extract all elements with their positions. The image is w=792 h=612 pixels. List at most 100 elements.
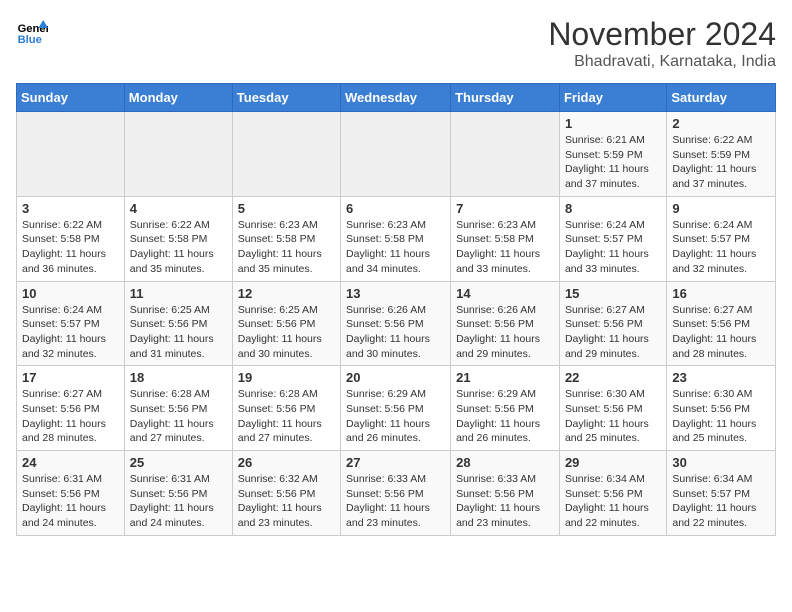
calendar-cell: 6 Sunrise: 6:23 AMSunset: 5:58 PMDaylight…: [341, 196, 451, 281]
day-number: 20: [346, 370, 445, 385]
calendar-cell: 19 Sunrise: 6:28 AMSunset: 5:56 PMDayligh…: [232, 366, 340, 451]
weekday-wednesday: Wednesday: [341, 84, 451, 112]
day-detail: Sunrise: 6:29 AMSunset: 5:56 PMDaylight:…: [346, 387, 445, 446]
day-detail: Sunrise: 6:31 AMSunset: 5:56 PMDaylight:…: [22, 472, 119, 531]
weekday-header-row: SundayMondayTuesdayWednesdayThursdayFrid…: [17, 84, 776, 112]
day-detail: Sunrise: 6:25 AMSunset: 5:56 PMDaylight:…: [130, 303, 227, 362]
calendar-cell: [451, 112, 560, 197]
calendar-cell: 10Sunrise: 6:24 AMSunset: 5:57 PMDayligh…: [17, 281, 125, 366]
day-detail: Sunrise: 6:21 AMSunset: 5:59 PMDaylight:…: [565, 133, 661, 192]
calendar-table: SundayMondayTuesdayWednesdayThursdayFrid…: [16, 83, 776, 536]
calendar-cell: 13 Sunrise: 6:26 AMSunset: 5:56 PMDayligh…: [341, 281, 451, 366]
day-detail: Sunrise: 6:24 AMSunset: 5:57 PMDaylight:…: [22, 303, 119, 362]
calendar-cell: 27 Sunrise: 6:33 AMSunset: 5:56 PMDayligh…: [341, 451, 451, 536]
calendar-cell: 2 Sunrise: 6:22 AMSunset: 5:59 PMDaylight…: [667, 112, 776, 197]
calendar-cell: 25 Sunrise: 6:31 AMSunset: 5:56 PMDayligh…: [124, 451, 232, 536]
title-block: November 2024 Bhadravati, Karnataka, Ind…: [548, 16, 776, 71]
day-detail: Sunrise: 6:33 AMSunset: 5:56 PMDaylight:…: [456, 472, 554, 531]
day-detail: Sunrise: 6:30 AMSunset: 5:56 PMDaylight:…: [565, 387, 661, 446]
day-number: 17: [22, 370, 119, 385]
day-detail: Sunrise: 6:29 AMSunset: 5:56 PMDaylight:…: [456, 387, 554, 446]
day-number: 29: [565, 455, 661, 470]
weekday-friday: Friday: [559, 84, 666, 112]
day-detail: Sunrise: 6:27 AMSunset: 5:56 PMDaylight:…: [565, 303, 661, 362]
calendar-cell: 11 Sunrise: 6:25 AMSunset: 5:56 PMDayligh…: [124, 281, 232, 366]
svg-text:Blue: Blue: [18, 34, 42, 46]
day-number: 22: [565, 370, 661, 385]
calendar-cell: 18 Sunrise: 6:28 AMSunset: 5:56 PMDayligh…: [124, 366, 232, 451]
day-number: 27: [346, 455, 445, 470]
day-number: 25: [130, 455, 227, 470]
calendar-week-3: 17 Sunrise: 6:27 AMSunset: 5:56 PMDayligh…: [17, 366, 776, 451]
logo-icon: General Blue: [16, 16, 48, 48]
weekday-saturday: Saturday: [667, 84, 776, 112]
day-number: 24: [22, 455, 119, 470]
calendar-cell: [124, 112, 232, 197]
day-number: 1: [565, 116, 661, 131]
day-number: 13: [346, 286, 445, 301]
day-detail: Sunrise: 6:22 AMSunset: 5:59 PMDaylight:…: [672, 133, 770, 192]
day-number: 5: [238, 201, 335, 216]
day-detail: Sunrise: 6:27 AMSunset: 5:56 PMDaylight:…: [672, 303, 770, 362]
day-detail: Sunrise: 6:31 AMSunset: 5:56 PMDaylight:…: [130, 472, 227, 531]
day-number: 9: [672, 201, 770, 216]
calendar-cell: 20 Sunrise: 6:29 AMSunset: 5:56 PMDayligh…: [341, 366, 451, 451]
day-number: 8: [565, 201, 661, 216]
day-number: 6: [346, 201, 445, 216]
day-detail: Sunrise: 6:26 AMSunset: 5:56 PMDaylight:…: [456, 303, 554, 362]
calendar-cell: 8 Sunrise: 6:24 AMSunset: 5:57 PMDaylight…: [559, 196, 666, 281]
calendar-cell: [232, 112, 340, 197]
day-detail: Sunrise: 6:33 AMSunset: 5:56 PMDaylight:…: [346, 472, 445, 531]
day-detail: Sunrise: 6:34 AMSunset: 5:56 PMDaylight:…: [565, 472, 661, 531]
day-number: 4: [130, 201, 227, 216]
calendar-cell: 3 Sunrise: 6:22 AMSunset: 5:58 PMDaylight…: [17, 196, 125, 281]
weekday-tuesday: Tuesday: [232, 84, 340, 112]
logo: General Blue: [16, 16, 48, 48]
day-detail: Sunrise: 6:23 AMSunset: 5:58 PMDaylight:…: [456, 218, 554, 277]
day-detail: Sunrise: 6:30 AMSunset: 5:56 PMDaylight:…: [672, 387, 770, 446]
day-detail: Sunrise: 6:22 AMSunset: 5:58 PMDaylight:…: [22, 218, 119, 277]
calendar-cell: 4 Sunrise: 6:22 AMSunset: 5:58 PMDaylight…: [124, 196, 232, 281]
calendar-cell: 7Sunrise: 6:23 AMSunset: 5:58 PMDaylight…: [451, 196, 560, 281]
day-detail: Sunrise: 6:34 AMSunset: 5:57 PMDaylight:…: [672, 472, 770, 531]
day-number: 23: [672, 370, 770, 385]
day-number: 18: [130, 370, 227, 385]
day-number: 15: [565, 286, 661, 301]
day-detail: Sunrise: 6:27 AMSunset: 5:56 PMDaylight:…: [22, 387, 119, 446]
calendar-cell: 17 Sunrise: 6:27 AMSunset: 5:56 PMDayligh…: [17, 366, 125, 451]
calendar-cell: 30 Sunrise: 6:34 AMSunset: 5:57 PMDayligh…: [667, 451, 776, 536]
day-detail: Sunrise: 6:25 AMSunset: 5:56 PMDaylight:…: [238, 303, 335, 362]
calendar-cell: 12Sunrise: 6:25 AMSunset: 5:56 PMDayligh…: [232, 281, 340, 366]
day-detail: Sunrise: 6:23 AMSunset: 5:58 PMDaylight:…: [346, 218, 445, 277]
location: Bhadravati, Karnataka, India: [548, 53, 776, 71]
calendar-cell: 1 Sunrise: 6:21 AMSunset: 5:59 PMDaylight…: [559, 112, 666, 197]
calendar-cell: 5 Sunrise: 6:23 AMSunset: 5:58 PMDaylight…: [232, 196, 340, 281]
weekday-thursday: Thursday: [451, 84, 560, 112]
day-detail: Sunrise: 6:26 AMSunset: 5:56 PMDaylight:…: [346, 303, 445, 362]
day-detail: Sunrise: 6:32 AMSunset: 5:56 PMDaylight:…: [238, 472, 335, 531]
calendar-body: 1 Sunrise: 6:21 AMSunset: 5:59 PMDaylight…: [17, 112, 776, 536]
day-number: 19: [238, 370, 335, 385]
day-detail: Sunrise: 6:22 AMSunset: 5:58 PMDaylight:…: [130, 218, 227, 277]
day-number: 11: [130, 286, 227, 301]
day-detail: Sunrise: 6:23 AMSunset: 5:58 PMDaylight:…: [238, 218, 335, 277]
day-detail: Sunrise: 6:28 AMSunset: 5:56 PMDaylight:…: [130, 387, 227, 446]
day-detail: Sunrise: 6:24 AMSunset: 5:57 PMDaylight:…: [565, 218, 661, 277]
page-header: General Blue November 2024 Bhadravati, K…: [16, 16, 776, 71]
calendar-cell: [17, 112, 125, 197]
day-number: 26: [238, 455, 335, 470]
day-number: 21: [456, 370, 554, 385]
weekday-monday: Monday: [124, 84, 232, 112]
day-number: 30: [672, 455, 770, 470]
weekday-sunday: Sunday: [17, 84, 125, 112]
calendar-cell: 28 Sunrise: 6:33 AMSunset: 5:56 PMDayligh…: [451, 451, 560, 536]
day-number: 3: [22, 201, 119, 216]
day-number: 28: [456, 455, 554, 470]
calendar-cell: 29 Sunrise: 6:34 AMSunset: 5:56 PMDayligh…: [559, 451, 666, 536]
calendar-week-1: 3 Sunrise: 6:22 AMSunset: 5:58 PMDaylight…: [17, 196, 776, 281]
day-detail: Sunrise: 6:28 AMSunset: 5:56 PMDaylight:…: [238, 387, 335, 446]
calendar-cell: 16Sunrise: 6:27 AMSunset: 5:56 PMDayligh…: [667, 281, 776, 366]
month-title: November 2024: [548, 16, 776, 53]
calendar-cell: [341, 112, 451, 197]
day-number: 2: [672, 116, 770, 131]
